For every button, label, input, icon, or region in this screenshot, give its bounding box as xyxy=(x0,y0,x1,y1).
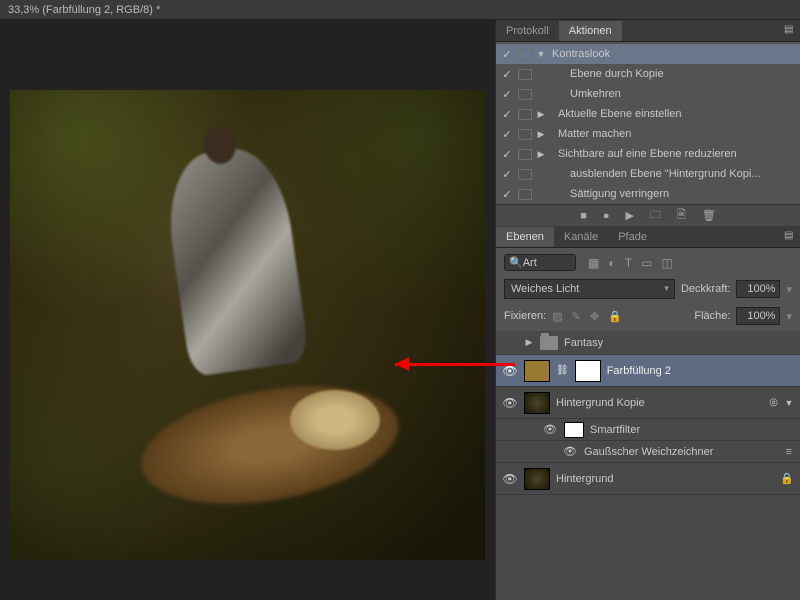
action-label: Umkehren xyxy=(550,88,621,100)
layer-thumbnail[interactable] xyxy=(524,468,550,490)
action-item[interactable]: ✓▶ Aktuelle Ebene einstellen xyxy=(496,104,800,124)
layers-panel-tabs: Ebenen Kanäle Pfade ▤ xyxy=(496,226,800,248)
tab-aktionen[interactable]: Aktionen xyxy=(559,21,622,41)
lock-icon: 🔒 xyxy=(780,472,794,485)
visibility-icon[interactable]: 👁 xyxy=(562,445,578,458)
panel-menu-icon[interactable]: ▤ xyxy=(784,230,796,242)
action-item[interactable]: ✓ Umkehren xyxy=(496,84,800,104)
actions-footer: ■ ● ▶ 🗀 🗎 🗑 xyxy=(496,204,800,226)
panel-menu-icon[interactable]: ▤ xyxy=(784,24,796,36)
action-item[interactable]: ✓ Sättigung verringern xyxy=(496,184,800,204)
image-canvas[interactable] xyxy=(10,90,485,560)
action-label: ausblenden Ebene "Hintergrund Kopi... xyxy=(550,168,760,180)
layer-group-row[interactable]: ▶ Fantasy xyxy=(496,331,800,355)
canvas-area xyxy=(0,20,495,600)
filter-type-icon[interactable]: T xyxy=(625,256,632,270)
dialog-toggle[interactable] xyxy=(518,49,532,60)
visibility-icon[interactable]: 👁 xyxy=(502,364,518,378)
smart-object-icon: ◎ xyxy=(769,397,778,408)
tab-pfade[interactable]: Pfade xyxy=(608,227,657,247)
smartfilter-label: Smartfilter xyxy=(590,424,800,436)
layer-list: ▶ Fantasy 👁 ⛓ Farbfüllung 2 👁 Hintergrun… xyxy=(496,331,800,600)
layer-thumbnail[interactable] xyxy=(524,392,550,414)
smartfilter-item[interactable]: 👁 Gaußscher Weichzeichner ≡ xyxy=(496,441,800,463)
dialog-toggle[interactable] xyxy=(518,69,532,80)
link-icon[interactable]: ⛓ xyxy=(556,365,569,376)
action-label: Aktuelle Ebene einstellen xyxy=(550,108,682,120)
action-item[interactable]: ✓▶ Matter machen xyxy=(496,124,800,144)
layer-name: Hintergrund Kopie xyxy=(556,397,759,409)
smartfilter-header[interactable]: 👁 Smartfilter xyxy=(496,419,800,441)
layer-name: Fantasy xyxy=(564,337,794,349)
action-item[interactable]: ✓ ausblenden Ebene "Hintergrund Kopi... xyxy=(496,164,800,184)
chevron-down-icon[interactable]: ▼ xyxy=(784,398,794,408)
chevron-right-icon[interactable]: ▶ xyxy=(536,129,546,140)
tab-protokoll[interactable]: Protokoll xyxy=(496,21,559,41)
filter-pixel-icon[interactable]: ▦ xyxy=(588,256,599,270)
play-icon[interactable]: ▶ xyxy=(626,209,634,222)
tab-ebenen[interactable]: Ebenen xyxy=(496,227,554,247)
trash-icon[interactable]: 🗑 xyxy=(702,209,716,222)
new-folder-icon[interactable]: 🗀 xyxy=(650,206,661,225)
check-icon[interactable]: ✓ xyxy=(500,67,514,81)
record-icon[interactable]: ● xyxy=(603,210,610,222)
layer-name: Farbfüllung 2 xyxy=(607,365,794,377)
opacity-label: Deckkraft: xyxy=(681,283,731,295)
lock-position-icon[interactable]: ✥ xyxy=(590,311,599,323)
action-label: Matter machen xyxy=(550,128,631,140)
history-actions-tabs: Protokoll Aktionen ▤ xyxy=(496,20,800,42)
lock-all-icon[interactable]: 🔒 xyxy=(608,311,622,323)
layer-filter-select[interactable]: 🔍 xyxy=(504,254,576,271)
visibility-icon[interactable]: 👁 xyxy=(542,423,558,436)
search-icon: 🔍 xyxy=(509,256,523,269)
lock-pixels-icon[interactable]: ✎ xyxy=(572,311,581,323)
tab-kanaele[interactable]: Kanäle xyxy=(554,227,608,247)
action-set-row[interactable]: ✓ ▼ Kontraslook xyxy=(496,44,800,64)
lock-label: Fixieren: xyxy=(504,310,546,322)
visibility-icon[interactable]: 👁 xyxy=(502,472,518,486)
actions-list: ✓ ▼ Kontraslook ✓ Ebene durch Kopie ✓ Um… xyxy=(496,42,800,204)
layer-filter-icons: ▦ ◐ T ▭ ◫ xyxy=(582,256,673,270)
smartfilter-name: Gaußscher Weichzeichner xyxy=(584,446,780,458)
layer-mask-thumbnail[interactable] xyxy=(575,360,601,382)
visibility-icon[interactable]: 👁 xyxy=(502,396,518,410)
layer-thumbnail[interactable] xyxy=(524,360,550,382)
lock-transparent-icon[interactable]: ▨ xyxy=(552,311,562,323)
check-icon[interactable]: ✓ xyxy=(500,47,514,61)
layer-row-hintergrund[interactable]: 👁 Hintergrund 🔒 xyxy=(496,463,800,495)
disclosure-icon[interactable]: ▼ xyxy=(536,49,546,59)
action-label: Sichtbare auf eine Ebene reduzieren xyxy=(550,148,737,160)
document-title: 33,3% (Farbfüllung 2, RGB/8) * xyxy=(0,0,800,20)
blend-mode-select[interactable]: Weiches Licht xyxy=(504,279,675,299)
filter-smart-icon[interactable]: ◫ xyxy=(662,256,673,270)
chevron-right-icon[interactable]: ▶ xyxy=(524,337,534,348)
layer-row-hintergrund-kopie[interactable]: 👁 Hintergrund Kopie ◎ ▼ xyxy=(496,387,800,419)
layer-row-farbfuellung2[interactable]: 👁 ⛓ Farbfüllung 2 xyxy=(496,355,800,387)
folder-icon xyxy=(540,336,558,350)
action-item[interactable]: ✓ Ebene durch Kopie xyxy=(496,64,800,84)
action-set-label: Kontraslook xyxy=(550,48,610,60)
filter-mask-thumbnail[interactable] xyxy=(564,422,584,438)
fill-input[interactable]: 100% xyxy=(736,307,780,325)
fill-label: Fläche: xyxy=(694,310,730,322)
chevron-right-icon[interactable]: ▶ xyxy=(536,109,546,120)
layer-name: Hintergrund xyxy=(556,473,774,485)
action-label: Ebene durch Kopie xyxy=(550,68,664,80)
action-label: Sättigung verringern xyxy=(550,188,669,200)
stop-icon[interactable]: ■ xyxy=(580,210,587,222)
opacity-input[interactable]: 100% xyxy=(736,280,780,298)
layer-filter-input[interactable] xyxy=(523,257,565,269)
action-item[interactable]: ✓▶ Sichtbare auf eine Ebene reduzieren xyxy=(496,144,800,164)
filter-shape-icon[interactable]: ▭ xyxy=(641,256,652,270)
chevron-right-icon[interactable]: ▶ xyxy=(536,149,546,160)
filter-options-icon[interactable]: ≡ xyxy=(786,446,792,458)
new-action-icon[interactable]: 🗎 xyxy=(677,206,686,225)
filter-adjust-icon[interactable]: ◐ xyxy=(608,256,615,270)
